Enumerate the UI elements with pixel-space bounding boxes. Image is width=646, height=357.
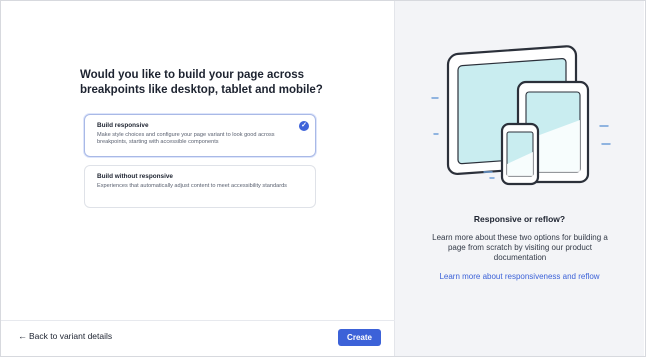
back-link-label: Back to variant details [29, 331, 113, 341]
question-line-1: Would you like to build your page across [80, 69, 305, 81]
question-line-2: breakpoints like desktop, tablet and mob… [80, 84, 323, 96]
back-to-variant-details-link[interactable]: ← Back to variant details [18, 331, 112, 341]
option-title: Build responsive [97, 122, 149, 129]
info-body: Learn more about these two options for b… [432, 233, 608, 262]
option-description: Make style choices and configure your pa… [97, 132, 275, 145]
info-title: Responsive or reflow? [473, 214, 566, 224]
phone-icon [500, 122, 540, 186]
create-button[interactable]: Create [338, 329, 381, 346]
option-build-without-responsive[interactable]: Build without responsive Experiences tha… [84, 165, 316, 208]
devices-illustration [431, 45, 611, 186]
option-description: Experiences that automatically adjust co… [97, 183, 287, 189]
footer-divider [1, 320, 395, 321]
option-build-responsive[interactable]: Build responsive Make style choices and … [84, 114, 316, 157]
check-circle-icon: ✓ [299, 121, 309, 131]
responsiveness-docs-link[interactable]: Learn more about responsiveness and refl… [395, 272, 644, 281]
page-question: Would you like to build your page across… [80, 68, 340, 98]
arrow-left-icon: ← [18, 331, 27, 341]
option-title: Build without responsive [97, 173, 173, 180]
